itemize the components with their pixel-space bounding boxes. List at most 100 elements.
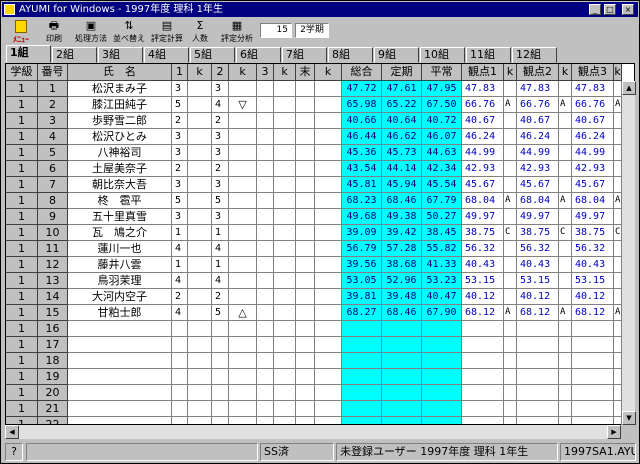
- cell-c1[interactable]: 4: [172, 305, 188, 321]
- cell-k2[interactable]: [229, 289, 257, 305]
- cell-name[interactable]: [68, 401, 172, 417]
- cell-total[interactable]: 39.56: [342, 257, 382, 273]
- cell-normal[interactable]: 40.72: [422, 113, 462, 129]
- cell-obs1[interactable]: 47.83: [462, 81, 504, 97]
- cell-c3[interactable]: [257, 385, 274, 401]
- cell-k1[interactable]: [188, 81, 212, 97]
- cell-k3[interactable]: [274, 337, 296, 353]
- cell-obs3[interactable]: [572, 401, 614, 417]
- cell-k1[interactable]: [188, 353, 212, 369]
- cell-k2[interactable]: [229, 177, 257, 193]
- cell-k1[interactable]: [188, 177, 212, 193]
- cell-k1[interactable]: [188, 209, 212, 225]
- menu-button[interactable]: ﾒﾆｭｰ: [6, 19, 36, 44]
- cell-k4[interactable]: [315, 81, 342, 97]
- cell-k1[interactable]: [188, 417, 212, 424]
- col-header-end[interactable]: 末: [296, 64, 315, 81]
- cell-k4[interactable]: [315, 129, 342, 145]
- cell-obs1[interactable]: [462, 353, 504, 369]
- cell-regular[interactable]: 44.14: [382, 161, 422, 177]
- minimize-button[interactable]: _: [589, 4, 601, 15]
- cell-k6[interactable]: [559, 161, 572, 177]
- cell-k1[interactable]: [188, 337, 212, 353]
- table-row[interactable]: 1 6 土屋美奈子 2 2 43.54 44.14 42.34 42.93 42.93 42.93: [6, 161, 634, 177]
- cell-k4[interactable]: [315, 97, 342, 113]
- cell-obs3[interactable]: [572, 321, 614, 337]
- cell-obs3[interactable]: 40.67: [572, 113, 614, 129]
- tab-class-8[interactable]: 8組: [328, 47, 373, 63]
- cell-regular[interactable]: 47.61: [382, 81, 422, 97]
- cell-obs1[interactable]: 56.32: [462, 241, 504, 257]
- cell-end[interactable]: [296, 289, 315, 305]
- cell-obs1[interactable]: 45.67: [462, 177, 504, 193]
- table-row[interactable]: 1 13 鳥羽茉理 4 4 53.05 52.96 53.23 53.15 53.15 53.15: [6, 273, 634, 289]
- cell-c3[interactable]: [257, 273, 274, 289]
- cell-k5[interactable]: [504, 289, 517, 305]
- cell-k5[interactable]: A: [504, 193, 517, 209]
- cell-normal[interactable]: 50.27: [422, 209, 462, 225]
- cell-name[interactable]: 藤井八雲: [68, 257, 172, 273]
- cell-obs1[interactable]: 42.93: [462, 161, 504, 177]
- cell-obs2[interactable]: 40.43: [517, 257, 559, 273]
- tab-class-4[interactable]: 4組: [144, 47, 189, 63]
- cell-c3[interactable]: [257, 97, 274, 113]
- cell-k2[interactable]: [229, 81, 257, 97]
- cell-k5[interactable]: [504, 417, 517, 424]
- cell-normal[interactable]: [422, 385, 462, 401]
- table-row[interactable]: 1 16: [6, 321, 634, 337]
- cell-k5[interactable]: [504, 273, 517, 289]
- cell-k3[interactable]: [274, 161, 296, 177]
- cell-k6[interactable]: [559, 113, 572, 129]
- cell-k2[interactable]: ▽: [229, 97, 257, 113]
- table-row[interactable]: 1 19: [6, 369, 634, 385]
- cell-k5[interactable]: [504, 321, 517, 337]
- cell-c3[interactable]: [257, 129, 274, 145]
- cell-end[interactable]: [296, 257, 315, 273]
- cell-k6[interactable]: A: [559, 305, 572, 321]
- cell-k2[interactable]: [229, 353, 257, 369]
- cell-k3[interactable]: [274, 177, 296, 193]
- cell-total[interactable]: 45.81: [342, 177, 382, 193]
- cell-c2[interactable]: 5: [212, 305, 229, 321]
- cell-total[interactable]: 65.98: [342, 97, 382, 113]
- cell-c3[interactable]: [257, 321, 274, 337]
- cell-obs2[interactable]: [517, 321, 559, 337]
- cell-k3[interactable]: [274, 209, 296, 225]
- tab-class-6[interactable]: 6組: [236, 47, 281, 63]
- cell-end[interactable]: [296, 113, 315, 129]
- cell-regular[interactable]: 46.62: [382, 129, 422, 145]
- cell-name[interactable]: 土屋美奈子: [68, 161, 172, 177]
- cell-obs1[interactable]: [462, 369, 504, 385]
- tab-class-10[interactable]: 10組: [420, 47, 465, 63]
- cell-regular[interactable]: 39.42: [382, 225, 422, 241]
- cell-k5[interactable]: [504, 177, 517, 193]
- cell-total[interactable]: [342, 401, 382, 417]
- table-row[interactable]: 1 7 朝比奈大吾 3 3 45.81 45.94 45.54 45.67 45.67 45.67: [6, 177, 634, 193]
- table-row[interactable]: 1 11 蓮川一也 4 4 56.79 57.28 55.82 56.32 56.32 56.32: [6, 241, 634, 257]
- cell-k5[interactable]: [504, 369, 517, 385]
- cell-k5[interactable]: [504, 241, 517, 257]
- cell-total[interactable]: 56.79: [342, 241, 382, 257]
- cell-k1[interactable]: [188, 241, 212, 257]
- cell-c3[interactable]: [257, 225, 274, 241]
- cell-k3[interactable]: [274, 145, 296, 161]
- cell-end[interactable]: [296, 337, 315, 353]
- cell-normal[interactable]: 41.33: [422, 257, 462, 273]
- cell-regular[interactable]: [382, 417, 422, 424]
- cell-normal[interactable]: 55.82: [422, 241, 462, 257]
- cell-k6[interactable]: [559, 81, 572, 97]
- cell-c2[interactable]: [212, 401, 229, 417]
- cell-k3[interactable]: [274, 193, 296, 209]
- cell-obs2[interactable]: [517, 337, 559, 353]
- scroll-left-icon[interactable]: ◀: [5, 425, 19, 439]
- cell-regular[interactable]: 40.64: [382, 113, 422, 129]
- table-row[interactable]: 1 17: [6, 337, 634, 353]
- cell-k4[interactable]: [315, 321, 342, 337]
- cell-obs1[interactable]: [462, 417, 504, 424]
- cell-obs1[interactable]: [462, 337, 504, 353]
- cell-regular[interactable]: 57.28: [382, 241, 422, 257]
- cell-normal[interactable]: 53.23: [422, 273, 462, 289]
- cell-obs3[interactable]: 56.32: [572, 241, 614, 257]
- cell-c3[interactable]: [257, 193, 274, 209]
- cell-name[interactable]: 五十里真雪: [68, 209, 172, 225]
